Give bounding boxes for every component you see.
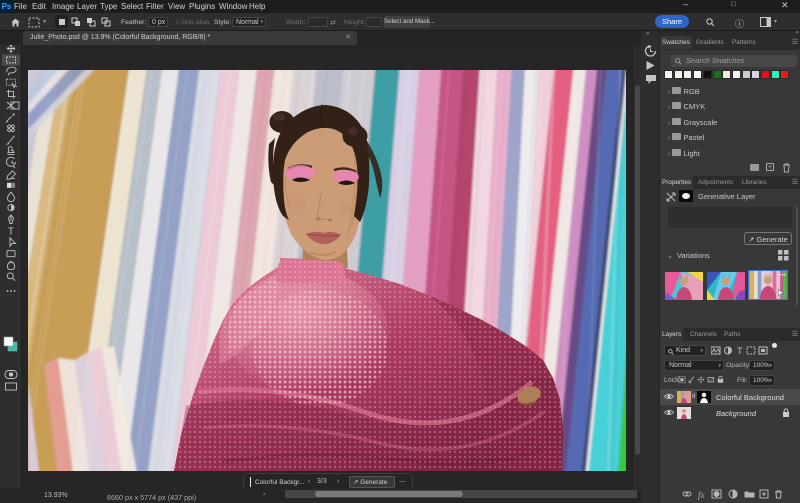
svg-text:fx: fx bbox=[698, 490, 705, 500]
svg-text:T: T bbox=[737, 346, 743, 355]
svg-text:T: T bbox=[8, 227, 14, 238]
